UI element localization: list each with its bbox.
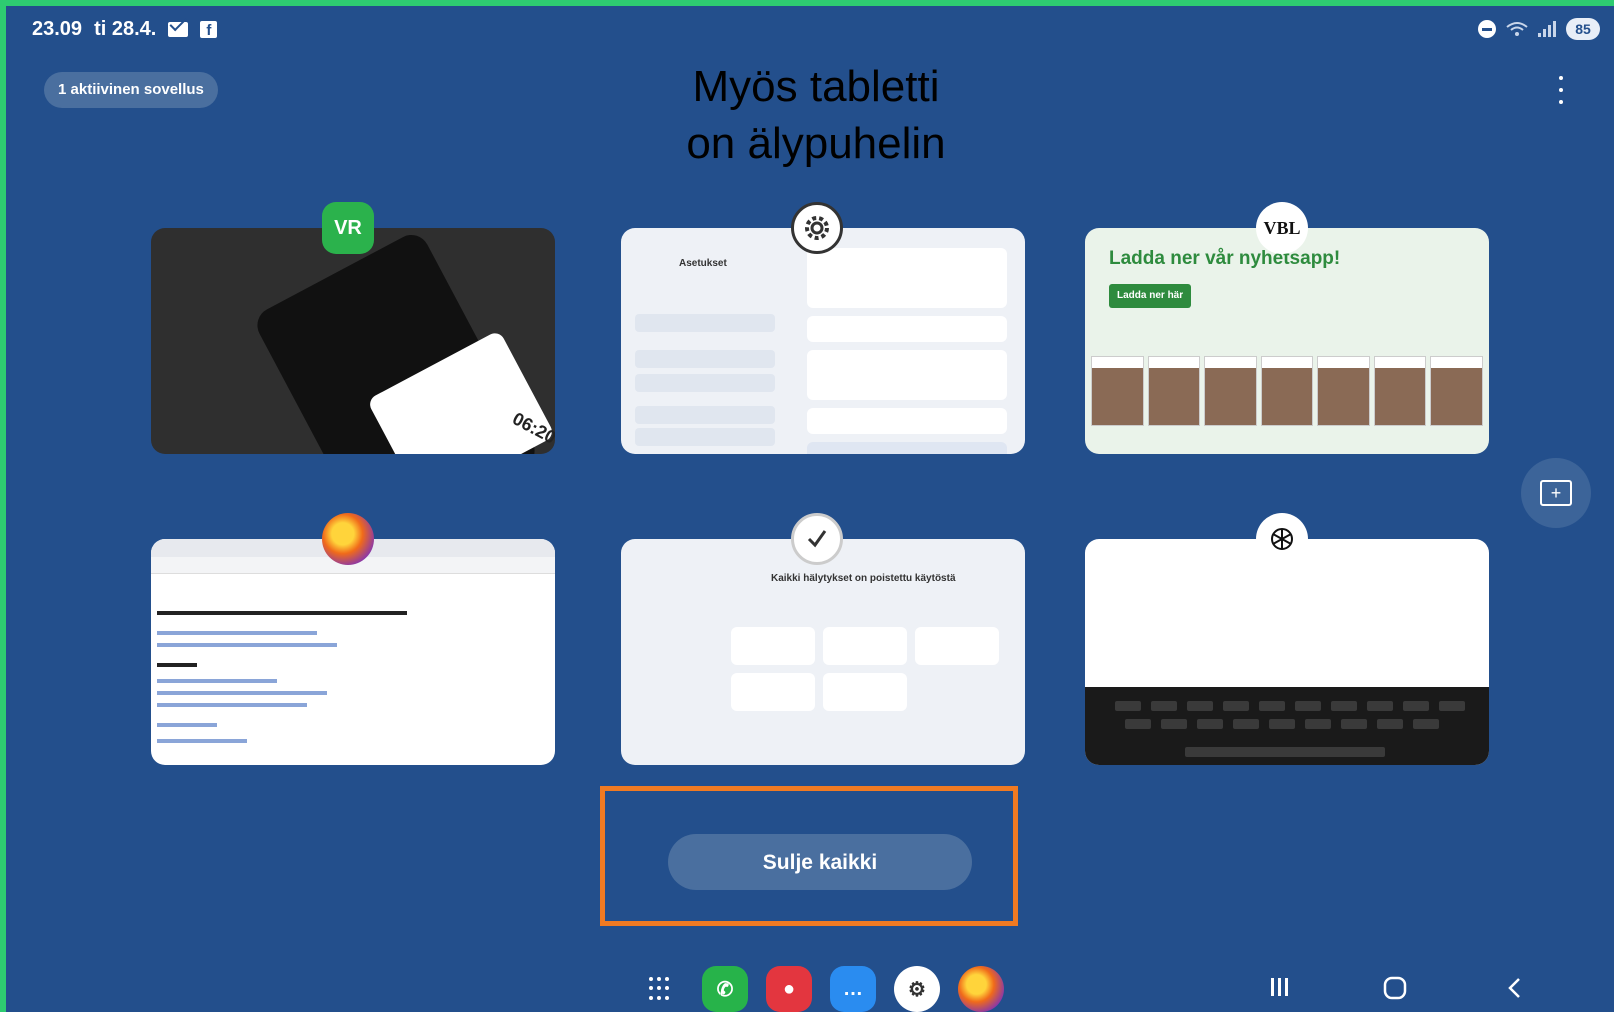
add-window-icon: + — [1540, 480, 1572, 506]
contacts-icon[interactable]: ● — [766, 966, 812, 1012]
app-card-firefox[interactable] — [151, 539, 555, 765]
vbl-app-icon[interactable]: VBL — [1256, 202, 1308, 254]
facebook-icon: f — [200, 21, 218, 38]
app-card-vbl[interactable]: Ladda ner vår nyhetsapp! Ladda ner här — [1085, 228, 1489, 454]
home-icon[interactable] — [1382, 976, 1408, 1000]
signal-icon — [1538, 21, 1556, 37]
settings-icon[interactable]: ⚙ — [894, 966, 940, 1012]
apps-grid-icon[interactable] — [638, 966, 684, 1012]
vr-app-icon[interactable]: VR — [322, 202, 374, 254]
status-right: 85 — [1478, 18, 1600, 40]
date: ti 28.4. — [94, 18, 157, 40]
recents-icon[interactable] — [1268, 976, 1292, 998]
vbl-preview-headline: Ladda ner vår nyhetsapp! — [1109, 248, 1341, 269]
overlay-title-line-2: on älypuhelin — [686, 119, 946, 168]
add-window-button[interactable]: + — [1521, 458, 1591, 528]
overlay-title: Myös tabletti on älypuhelin — [606, 58, 1026, 172]
active-apps-button[interactable]: 1 aktiivinen sovellus — [44, 72, 218, 108]
more-options-icon[interactable] — [1558, 76, 1564, 104]
firefox-icon[interactable] — [958, 966, 1004, 1012]
settings-preview-title: Asetukset — [679, 258, 727, 269]
do-not-disturb-icon — [1478, 20, 1496, 38]
taskbar-dock: ✆ ● … ⚙ — [638, 966, 1004, 1012]
app-card-chatgpt[interactable] — [1085, 539, 1489, 765]
overlay-title-line-1: Myös tabletti — [692, 62, 940, 111]
settings-preview-content — [807, 248, 1007, 454]
gear-icon — [805, 216, 829, 240]
app-card-clock[interactable]: Kaikki hälytykset on poistettu käytöstä — [621, 539, 1025, 765]
messages-icon[interactable]: … — [830, 966, 876, 1012]
close-all-button[interactable]: Sulje kaikki — [668, 834, 972, 890]
firefox-app-icon[interactable] — [322, 513, 374, 565]
chatgpt-app-icon[interactable] — [1256, 513, 1308, 565]
check-clock-icon — [807, 530, 827, 548]
clock-app-icon[interactable] — [791, 513, 843, 565]
vbl-preview-button: Ladda ner här — [1109, 284, 1192, 308]
status-bar: 23.09 ti 28.4. f 85 — [6, 6, 1614, 50]
chatgpt-preview-keyboard — [1085, 687, 1489, 765]
status-left: 23.09 ti 28.4. f — [32, 18, 218, 41]
clock-time: 23.09 — [32, 18, 83, 40]
app-card-vr[interactable]: 06:20 — [151, 228, 555, 454]
phone-icon[interactable]: ✆ — [702, 966, 748, 1012]
openai-logo-icon — [1271, 528, 1293, 550]
clock-preview-title: Kaikki hälytykset on poistettu käytöstä — [771, 573, 956, 584]
back-icon[interactable] — [1506, 976, 1524, 1000]
battery-level: 85 — [1566, 18, 1600, 40]
settings-app-icon[interactable] — [791, 202, 843, 254]
wifi-icon — [1506, 22, 1528, 36]
app-card-settings[interactable]: Asetukset — [621, 228, 1025, 454]
mail-icon — [168, 22, 189, 37]
recents-screen: 23.09 ti 28.4. f 85 1 aktiivinen sovellu… — [6, 6, 1614, 1012]
settings-preview-sidebar: Asetukset — [621, 228, 791, 454]
vbl-preview-newspapers — [1091, 356, 1484, 426]
